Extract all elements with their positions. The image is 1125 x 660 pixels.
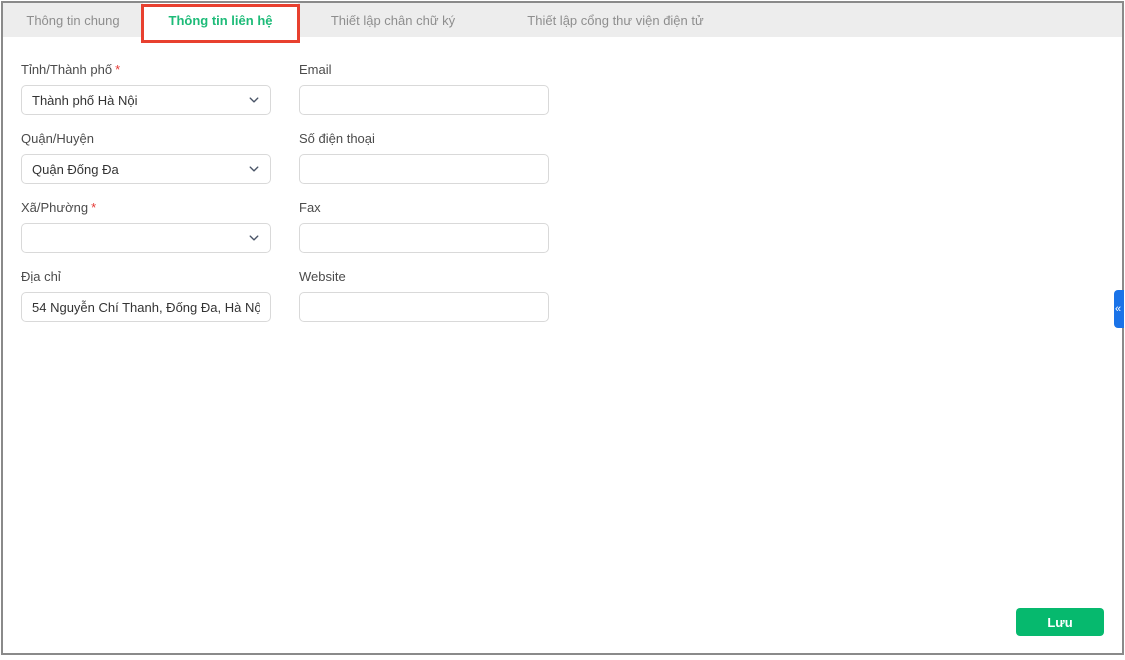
tab-elibrary-portal[interactable]: Thiết lập cổng thư viện điện tử <box>488 3 743 37</box>
select-value: Thành phố Hà Nội <box>32 92 138 108</box>
tab-label: Thông tin liên hệ <box>168 12 273 28</box>
district-label: Quận/Huyện <box>21 131 271 147</box>
label-text: Số điện thoại <box>299 131 375 146</box>
tab-label: Thông tin chung <box>26 12 120 28</box>
address-label: Địa chỉ <box>21 269 271 285</box>
select-value: Quận Đống Đa <box>32 161 119 177</box>
required-asterisk: * <box>115 62 121 77</box>
collapse-panel-button[interactable]: « <box>1114 290 1124 328</box>
phone-input[interactable] <box>299 154 549 184</box>
label-text: Địa chỉ <box>21 269 61 284</box>
label-text: Tỉnh/Thành phố <box>21 62 113 77</box>
ward-select[interactable] <box>21 223 271 253</box>
contact-info-form: Tỉnh/Thành phố * Thành phố Hà Nội Quận/Hu… <box>3 37 1122 338</box>
tab-signature-footer[interactable]: Thiết lập chân chữ ký <box>298 3 488 37</box>
form-right-column: Email Số điện thoại Fax Website <box>299 62 549 338</box>
field-fax: Fax <box>299 200 549 253</box>
label-text: Fax <box>299 200 321 215</box>
email-input[interactable] <box>299 85 549 115</box>
website-input[interactable] <box>299 292 549 322</box>
field-district: Quận/Huyện Quận Đống Đa <box>21 131 271 184</box>
field-address: Địa chỉ <box>21 269 271 322</box>
field-province: Tỉnh/Thành phố * Thành phố Hà Nội <box>21 62 271 115</box>
app-window: Thông tin chung Thông tin liên hệ Thiết … <box>1 1 1124 655</box>
chevron-down-icon <box>248 94 260 106</box>
phone-label: Số điện thoại <box>299 131 549 147</box>
label-text: Xã/Phường <box>21 200 89 215</box>
label-text: Website <box>299 269 346 284</box>
province-select[interactable]: Thành phố Hà Nội <box>21 85 271 115</box>
email-label: Email <box>299 62 549 78</box>
field-phone: Số điện thoại <box>299 131 549 184</box>
tab-label: Thiết lập chân chữ ký <box>330 12 456 28</box>
field-email: Email <box>299 62 549 115</box>
form-left-column: Tỉnh/Thành phố * Thành phố Hà Nội Quận/Hu… <box>21 62 271 338</box>
district-select[interactable]: Quận Đống Đa <box>21 154 271 184</box>
tab-label: Thiết lập cổng thư viện điện tử <box>527 12 704 28</box>
field-website: Website <box>299 269 549 322</box>
fax-input[interactable] <box>299 223 549 253</box>
province-label: Tỉnh/Thành phố * <box>21 62 271 78</box>
tab-general-info[interactable]: Thông tin chung <box>3 3 143 37</box>
tab-bar: Thông tin chung Thông tin liên hệ Thiết … <box>3 3 1122 43</box>
label-text: Quận/Huyện <box>21 131 94 146</box>
fax-label: Fax <box>299 200 549 216</box>
chevron-down-icon <box>248 232 260 244</box>
chevron-left-icon: « <box>1115 303 1122 315</box>
save-button[interactable]: Lưu <box>1016 608 1104 636</box>
field-ward: Xã/Phường * <box>21 200 271 253</box>
website-label: Website <box>299 269 549 285</box>
chevron-down-icon <box>248 163 260 175</box>
label-text: Email <box>299 62 332 77</box>
ward-label: Xã/Phường * <box>21 200 271 216</box>
tab-contact-info[interactable]: Thông tin liên hệ <box>141 3 300 43</box>
required-asterisk: * <box>91 200 97 215</box>
address-input[interactable] <box>21 292 271 322</box>
